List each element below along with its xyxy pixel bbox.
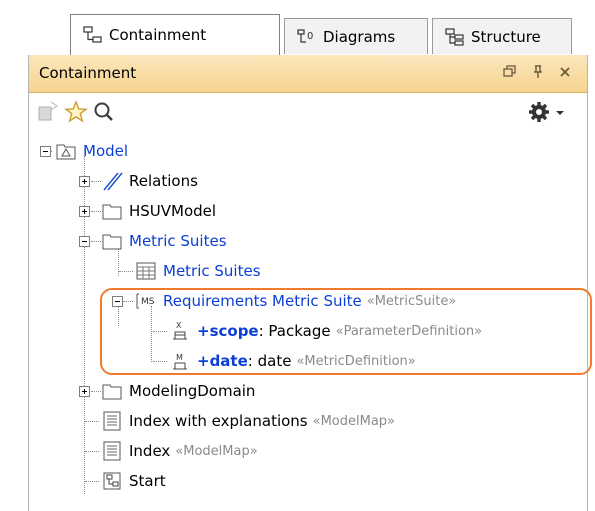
diagrams-icon: 0	[297, 28, 313, 43]
tree-item-metric-suites-package[interactable]: Metric Suites	[101, 228, 227, 254]
tab-containment[interactable]: Containment	[70, 14, 280, 55]
tree-connector	[85, 421, 99, 422]
tree-item-modelingdomain[interactable]: ModelingDomain	[101, 378, 255, 404]
start-diagram-icon	[103, 472, 121, 490]
restore-icon[interactable]	[500, 63, 518, 81]
panel-header: Containment	[29, 55, 587, 93]
panel-toolbar	[29, 93, 587, 131]
tree-item-index-with-explanations[interactable]: Index with explanations «ModelMap»	[101, 408, 395, 434]
tree-item-hsuvmodel[interactable]: HSUVModel	[101, 198, 216, 224]
tree-connector	[119, 271, 133, 272]
svg-text:0: 0	[307, 31, 313, 42]
tab-diagrams-label: Diagrams	[323, 27, 396, 46]
collapse-toggle[interactable]	[79, 236, 90, 247]
tree-item-label: Metric Suites	[129, 232, 227, 250]
tree-item-relations[interactable]: Relations	[101, 168, 198, 194]
view-tabs: Containment 0 Diagrams Structure	[34, 14, 595, 55]
tree-item-label: Model	[83, 142, 129, 160]
tree-connector	[85, 481, 99, 482]
structure-icon	[445, 27, 464, 46]
tab-structure[interactable]: Structure	[432, 18, 572, 54]
settings-gear-icon[interactable]	[526, 99, 552, 125]
containment-panel: Containment Model Relations HSUVModel Me…	[28, 55, 588, 511]
favorite-star-icon[interactable]	[63, 99, 89, 125]
pin-icon[interactable]	[529, 63, 547, 81]
tree-item-start[interactable]: Start	[101, 468, 166, 494]
tree-connector	[91, 181, 101, 182]
tab-diagrams[interactable]: 0 Diagrams	[284, 18, 428, 54]
tree-item-label: Index with explanations	[129, 412, 308, 430]
panel-title: Containment	[39, 64, 137, 82]
model-map-icon	[103, 441, 121, 461]
tree-item-label: ModelingDomain	[129, 382, 256, 400]
expand-toggle[interactable]	[79, 176, 90, 187]
relations-icon	[103, 172, 123, 191]
tree-connector	[91, 211, 101, 212]
stereotype-label: «ModelMap»	[312, 413, 395, 429]
tree-item-label: Metric Suites	[163, 262, 261, 280]
model-package-icon	[56, 144, 76, 160]
collapse-toggle[interactable]	[40, 146, 51, 157]
tree-item-index[interactable]: Index «ModelMap»	[101, 438, 258, 464]
tree-item-metric-suites-table[interactable]: Metric Suites	[135, 258, 261, 284]
package-folder-icon	[102, 384, 122, 400]
tree-item-label: HSUVModel	[129, 202, 217, 220]
close-icon[interactable]	[556, 63, 574, 81]
stereotype-label: «ModelMap»	[175, 443, 258, 459]
expand-toggle[interactable]	[79, 206, 90, 217]
search-icon[interactable]	[91, 99, 117, 125]
model-map-icon	[103, 411, 121, 431]
tab-structure-label: Structure	[471, 27, 541, 46]
tree-connector	[91, 391, 101, 392]
new-element-icon[interactable]	[35, 99, 61, 125]
tree-item-model[interactable]: Model	[55, 138, 128, 164]
tab-containment-label: Containment	[109, 26, 207, 44]
tree-item-label: Index	[129, 442, 171, 460]
tree-connector	[85, 451, 99, 452]
tree-item-label: Start	[129, 472, 166, 490]
tree-item-label: Relations	[129, 172, 198, 190]
metric-table-icon	[136, 262, 156, 280]
package-folder-icon	[102, 204, 122, 220]
package-folder-icon	[102, 234, 122, 250]
containment-icon	[83, 26, 102, 43]
dropdown-arrow-icon[interactable]	[553, 99, 567, 125]
highlight-frame	[100, 288, 592, 375]
tree-connector	[91, 241, 101, 242]
expand-toggle[interactable]	[79, 386, 90, 397]
